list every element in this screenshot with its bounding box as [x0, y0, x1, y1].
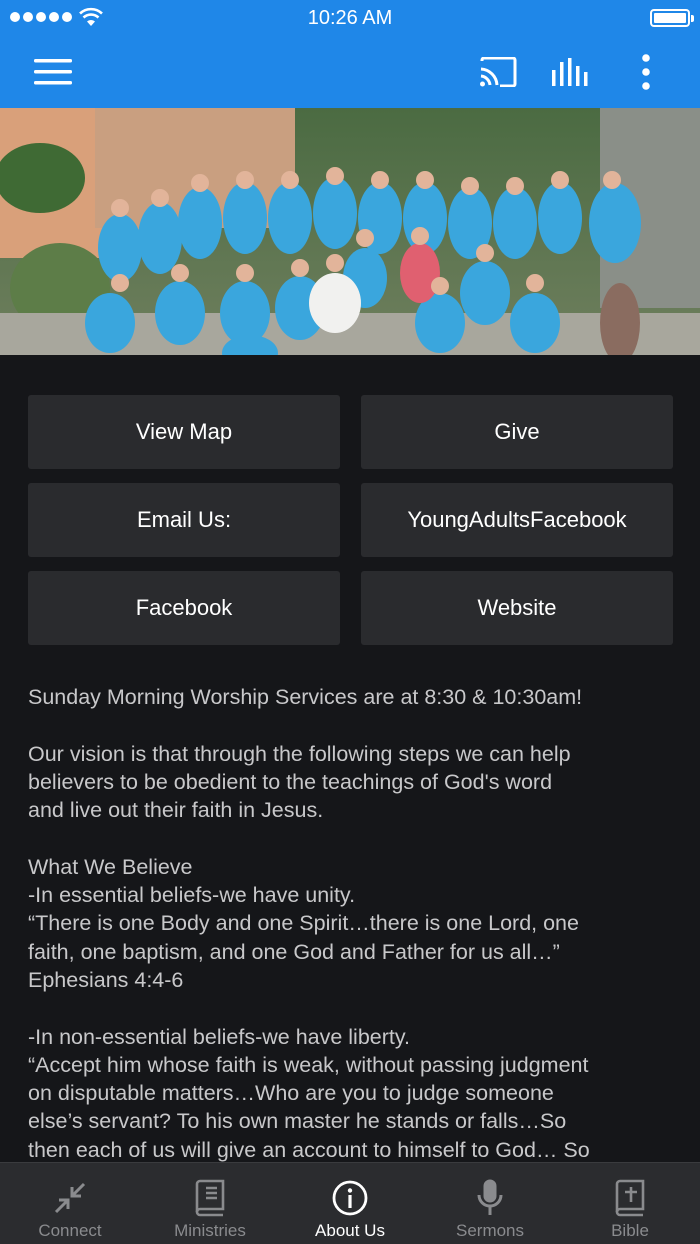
collapse-arrows-icon: [53, 1175, 87, 1221]
young-adults-facebook-button[interactable]: YoungAdultsFacebook: [361, 483, 673, 557]
battery-icon: [650, 9, 694, 27]
action-buttons-grid: View Map Give Email Us: YoungAdultsFaceb…: [28, 395, 673, 645]
vision-text: Our vision is that through the following…: [28, 741, 571, 823]
about-description: Sunday Morning Worship Services are at 8…: [28, 683, 678, 1164]
tab-connect[interactable]: Connect: [0, 1163, 140, 1244]
status-time: 10:26 AM: [307, 7, 393, 29]
tab-about-us[interactable]: About Us: [280, 1163, 420, 1244]
beliefs-unity-text: What We Believe -In essential beliefs-we…: [28, 854, 579, 992]
tab-bible-label: Bible: [611, 1221, 649, 1240]
beliefs-liberty-text: -In non-essential beliefs-we have libert…: [28, 1024, 590, 1162]
facebook-button[interactable]: Facebook: [28, 571, 340, 645]
tab-ministries[interactable]: Ministries: [140, 1163, 280, 1244]
status-bar: 10:26 AM: [0, 0, 700, 36]
app-toolbar: [0, 36, 700, 108]
tab-about-us-label: About Us: [315, 1221, 385, 1240]
audio-bars-icon[interactable]: [551, 52, 591, 92]
more-vertical-icon[interactable]: [626, 52, 666, 92]
tab-bible[interactable]: Bible: [560, 1163, 700, 1244]
tab-sermons-label: Sermons: [455, 1221, 525, 1240]
book-icon: [195, 1175, 225, 1221]
bible-icon: [615, 1175, 645, 1221]
bottom-tab-bar: Connect Ministries About Us Sermons Bibl…: [0, 1162, 700, 1244]
email-us-button[interactable]: Email Us:: [28, 483, 340, 557]
cast-icon[interactable]: [478, 52, 518, 92]
microphone-icon: [476, 1175, 504, 1221]
hero-group-photo: [0, 108, 700, 355]
give-button[interactable]: Give: [361, 395, 673, 469]
tab-ministries-label: Ministries: [174, 1221, 246, 1240]
worship-times-text: Sunday Morning Worship Services are at 8…: [28, 685, 583, 709]
website-button[interactable]: Website: [361, 571, 673, 645]
info-icon: [332, 1175, 368, 1221]
view-map-button[interactable]: View Map: [28, 395, 340, 469]
tab-sermons[interactable]: Sermons: [420, 1163, 560, 1244]
hamburger-menu-icon[interactable]: [33, 52, 73, 92]
tab-connect-label: Connect: [38, 1221, 102, 1240]
